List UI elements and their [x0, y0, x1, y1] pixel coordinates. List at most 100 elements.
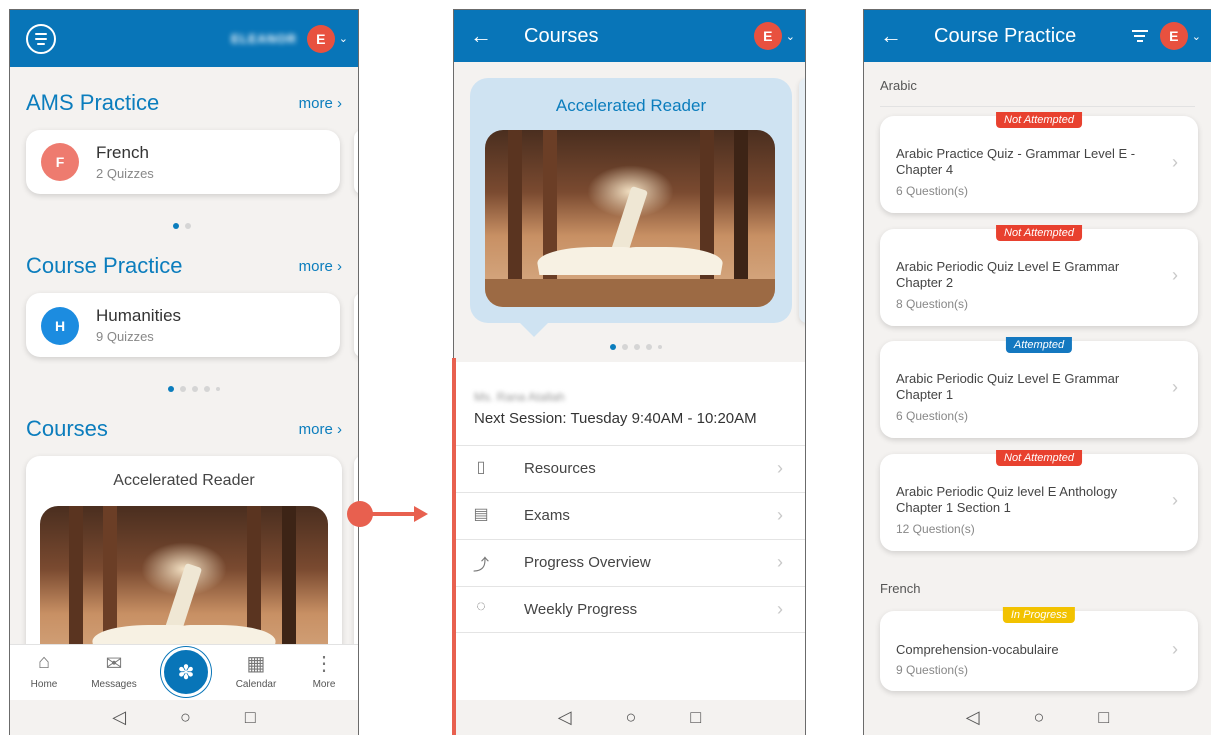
nav-calendar[interactable]: ▦ Calendar	[226, 651, 286, 690]
back-nav-icon[interactable]: ◁	[966, 707, 980, 728]
menu-item-exams[interactable]: ▤ Exams ›	[454, 492, 805, 539]
nav-home[interactable]: ⌂ Home	[14, 651, 74, 690]
app-bar: ← Course Practice E ⌄	[864, 10, 1211, 62]
chevron-right-icon: ›	[777, 505, 783, 525]
course-menu: ▯ Resources › ▤ Exams › ⤴ Progress Overv…	[454, 445, 805, 633]
quiz-card[interactable]: Not Attempted Arabic Periodic Quiz Level…	[880, 225, 1198, 326]
recents-nav-icon[interactable]: □	[1098, 707, 1109, 728]
chevron-right-icon: ›	[337, 421, 342, 438]
quiz-card[interactable]: Not Attempted Arabic Practice Quiz - Gra…	[880, 112, 1198, 213]
ams-more-link[interactable]: more ›	[299, 95, 342, 112]
carousel-dots	[173, 223, 191, 229]
quiz-questions: 6 Question(s)	[896, 184, 969, 198]
more-label: more	[298, 95, 333, 112]
status-badge: Not Attempted	[996, 225, 1082, 241]
dot[interactable]	[204, 386, 210, 392]
menu-item-label: Progress Overview	[524, 554, 651, 571]
dot-active[interactable]	[173, 223, 179, 229]
chevron-down-icon[interactable]: ⌄	[1192, 30, 1201, 43]
quiz-card[interactable]: Not Attempted Arabic Periodic Quiz level…	[880, 450, 1198, 551]
back-arrow-icon[interactable]: ←	[454, 23, 506, 49]
nav-messages[interactable]: ✉ Messages	[84, 651, 144, 690]
kids-center-button[interactable]: ✽	[161, 647, 211, 697]
dot[interactable]	[216, 387, 220, 391]
section-title-ams-practice: AMS Practice	[26, 90, 160, 115]
recents-nav-icon[interactable]: □	[245, 707, 256, 728]
menu-item-label: Weekly Progress	[524, 601, 638, 618]
back-nav-icon[interactable]: ◁	[112, 707, 126, 728]
next-session: Next Session: Tuesday 9:40AM - 10:20AM	[474, 410, 757, 427]
quiz-card[interactable]: Attempted Arabic Periodic Quiz Level E G…	[880, 337, 1198, 438]
nav-more[interactable]: ⋮ More	[294, 651, 354, 690]
menu-item-label: Exams	[524, 507, 570, 524]
course-initial: H	[41, 307, 79, 345]
avatar[interactable]: E	[306, 24, 335, 53]
next-card-peek[interactable]	[354, 130, 358, 194]
home-nav-icon[interactable]: ○	[180, 707, 191, 728]
divider	[880, 106, 1195, 107]
chevron-right-icon: ›	[777, 599, 783, 619]
dot-active[interactable]	[610, 344, 616, 350]
quiz-questions: 9 Question(s)	[896, 663, 969, 677]
dot[interactable]	[622, 344, 628, 350]
back-arrow-icon[interactable]: ←	[864, 23, 916, 49]
home-nav-icon[interactable]: ○	[1034, 707, 1045, 728]
home-nav-icon[interactable]: ○	[626, 707, 637, 728]
carousel-dots	[168, 386, 220, 392]
courses-more-link[interactable]: more ›	[299, 421, 342, 438]
chevron-right-icon: ›	[337, 95, 342, 112]
next-card-peek[interactable]	[799, 78, 805, 323]
dot[interactable]	[180, 386, 186, 392]
avatar[interactable]: E	[1159, 22, 1188, 50]
nav-messages-label: Messages	[91, 679, 137, 690]
course-card-humanities[interactable]: H Humanities 9 Quizzes	[26, 293, 340, 357]
status-badge: Not Attempted	[996, 112, 1082, 128]
dot[interactable]	[634, 344, 640, 350]
back-nav-icon[interactable]: ◁	[558, 707, 572, 728]
course-title: Accelerated Reader	[555, 96, 707, 115]
dot[interactable]	[658, 345, 662, 349]
chevron-right-icon: ›	[1172, 152, 1178, 172]
status-badge: Not Attempted	[996, 450, 1082, 466]
next-card-peek[interactable]	[354, 293, 358, 357]
dot[interactable]	[185, 223, 191, 229]
calendar-icon: ▦	[246, 653, 266, 675]
dot[interactable]	[646, 344, 652, 350]
course-practice-screen: ← Course Practice E ⌄ Arabic Not Attempt…	[863, 9, 1211, 735]
chevron-right-icon: ›	[1172, 490, 1178, 510]
chevron-right-icon: ›	[1172, 639, 1178, 659]
section-title-courses: Courses	[26, 416, 108, 441]
quiz-title: Arabic Periodic Quiz Level E Grammar Cha…	[896, 259, 1120, 290]
more-label: more	[298, 258, 333, 275]
chevron-right-icon: ›	[1172, 265, 1178, 285]
quiz-title: Comprehension-vocabulaire	[896, 642, 1059, 657]
filter-icon[interactable]	[1131, 30, 1148, 42]
quiz-title: Arabic Periodic Quiz level E Anthology C…	[896, 484, 1118, 515]
dot-active[interactable]	[168, 386, 174, 392]
quiz-card[interactable]: In Progress Comprehension-vocabulaire 9 …	[880, 607, 1198, 691]
bottom-navigation: ⌂ Home ✉ Messages ✽ ▦ Calendar ⋮ More	[10, 644, 358, 700]
course-image	[485, 130, 775, 307]
chevron-down-icon[interactable]: ⌄	[786, 30, 795, 43]
carousel-dots	[610, 344, 662, 350]
course-title: Accelerated Reader	[113, 472, 255, 489]
avatar[interactable]: E	[753, 22, 782, 50]
menu-item-resources[interactable]: ▯ Resources ›	[454, 445, 805, 492]
course-card-french[interactable]: F French 2 Quizzes	[26, 130, 340, 194]
recents-nav-icon[interactable]: □	[690, 707, 701, 728]
menu-item-progress-overview[interactable]: ⤴ Progress Overview ›	[454, 539, 805, 586]
course-practice-more-link[interactable]: more ›	[299, 258, 342, 275]
user-name: ELEANOR	[231, 31, 297, 46]
menu-item-weekly-progress[interactable]: ◌ Weekly Progress ›	[454, 586, 805, 633]
group-label-french: French	[880, 581, 921, 596]
quiz-title: Arabic Periodic Quiz Level E Grammar Cha…	[896, 371, 1120, 402]
course-card-accelerated-reader[interactable]: Accelerated Reader	[470, 78, 792, 337]
teacher-name: Ms. Rana Atallah	[474, 390, 565, 404]
dot[interactable]	[192, 386, 198, 392]
status-badge: In Progress	[1002, 607, 1076, 623]
quiz-title: Arabic Practice Quiz - Grammar Level E -…	[896, 146, 1136, 177]
course-title: Humanities	[96, 306, 182, 325]
trend-line-icon: ⤴	[472, 557, 489, 574]
menu-icon[interactable]	[26, 23, 56, 54]
chevron-down-icon[interactable]: ⌄	[339, 32, 348, 45]
